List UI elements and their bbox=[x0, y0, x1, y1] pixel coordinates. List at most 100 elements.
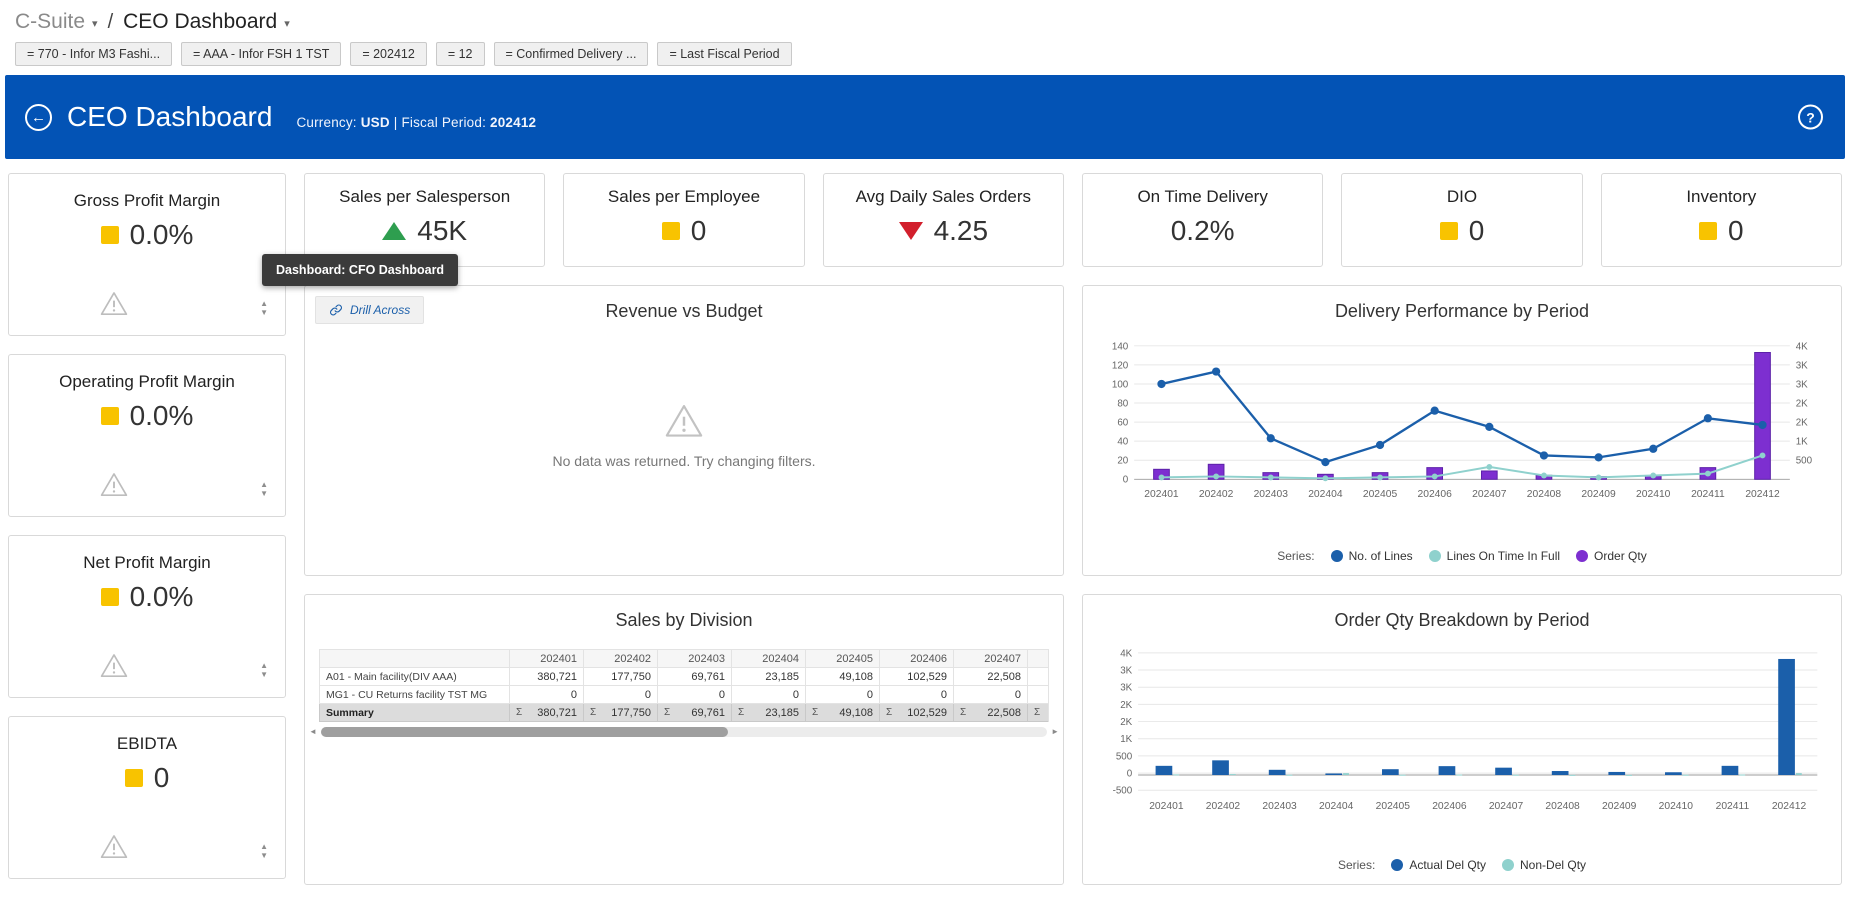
kpi-card-dio[interactable]: DIO0 bbox=[1341, 173, 1582, 267]
column-header-202408[interactable]: 202408 bbox=[1028, 650, 1050, 668]
column-header-202402[interactable]: 202402 bbox=[584, 650, 658, 668]
column-header-202404[interactable]: 202404 bbox=[732, 650, 806, 668]
table-horizontal-scrollbar[interactable]: ◄ ► bbox=[309, 725, 1059, 738]
non-del-qty-bar[interactable] bbox=[1513, 775, 1519, 776]
actual-del-qty-bar[interactable] bbox=[1269, 770, 1286, 775]
lines-on-time-in-full-point[interactable] bbox=[1486, 464, 1492, 470]
scroll-right-icon[interactable]: ► bbox=[1051, 728, 1059, 736]
spinner-down-icon[interactable]: ▼ bbox=[260, 671, 268, 679]
non-del-qty-bar[interactable] bbox=[1739, 775, 1745, 776]
non-del-qty-bar[interactable] bbox=[1796, 773, 1802, 775]
back-button[interactable]: ← bbox=[25, 104, 52, 131]
lines-on-time-in-full-point[interactable] bbox=[1760, 453, 1766, 459]
column-header-202403[interactable]: 202403 bbox=[658, 650, 732, 668]
filter-chip-770-infor-m3-fashi[interactable]: = 770 - Infor M3 Fashi... bbox=[15, 42, 172, 66]
non-del-qty-bar[interactable] bbox=[1400, 775, 1406, 776]
lines-on-time-in-full-point[interactable] bbox=[1268, 474, 1274, 480]
kpi-card-sales-per-employee[interactable]: Sales per Employee0 bbox=[563, 173, 804, 267]
order-qty-bar[interactable] bbox=[1755, 352, 1771, 479]
spinner-up-icon[interactable]: ▲ bbox=[260, 843, 268, 851]
kpi-card-on-time-delivery[interactable]: On Time Delivery0.2% bbox=[1082, 173, 1323, 267]
scroll-thumb[interactable] bbox=[321, 727, 728, 737]
table-row-mg1-cu-returns-facility-tst-mg[interactable]: MG1 - CU Returns facility TST MG0000000 bbox=[320, 686, 1050, 704]
actual-del-qty-bar[interactable] bbox=[1552, 771, 1569, 775]
no-of-lines-point[interactable] bbox=[1157, 380, 1165, 388]
no-of-lines-point[interactable] bbox=[1431, 407, 1439, 415]
non-del-qty-bar[interactable] bbox=[1569, 775, 1575, 776]
actual-del-qty-bar[interactable] bbox=[1156, 766, 1173, 775]
non-del-qty-bar[interactable] bbox=[1683, 775, 1689, 776]
non-del-qty-bar[interactable] bbox=[1230, 774, 1236, 775]
sort-spinner[interactable]: ▲▼ bbox=[260, 481, 268, 498]
lines-on-time-in-full-point[interactable] bbox=[1377, 474, 1383, 480]
non-del-qty-bar[interactable] bbox=[1343, 773, 1349, 775]
non-del-qty-bar[interactable] bbox=[1173, 774, 1179, 775]
legend-item-no-of-lines[interactable]: No. of Lines bbox=[1331, 549, 1413, 563]
no-of-lines-point[interactable] bbox=[1485, 423, 1493, 431]
column-header-202407[interactable]: 202407 bbox=[954, 650, 1028, 668]
spinner-up-icon[interactable]: ▲ bbox=[260, 481, 268, 489]
kpi-card-avg-daily-sales-orders[interactable]: Avg Daily Sales Orders4.25 bbox=[823, 173, 1064, 267]
spinner-down-icon[interactable]: ▼ bbox=[260, 309, 268, 317]
legend-item-lines-on-time-in-full[interactable]: Lines On Time In Full bbox=[1429, 549, 1560, 563]
actual-del-qty-bar[interactable] bbox=[1665, 772, 1682, 775]
kpi-card-sales-per-salesperson[interactable]: Sales per Salesperson45K bbox=[304, 173, 545, 267]
order-qty-bar[interactable] bbox=[1481, 471, 1497, 479]
lines-on-time-in-full-point[interactable] bbox=[1705, 471, 1711, 477]
lines-on-time-in-full-point[interactable] bbox=[1541, 473, 1547, 479]
filter-chip-202412[interactable]: = 202412 bbox=[350, 42, 426, 66]
lines-on-time-in-full-point[interactable] bbox=[1432, 474, 1438, 480]
kpi-card-inventory[interactable]: Inventory0 bbox=[1601, 173, 1842, 267]
actual-del-qty-bar[interactable] bbox=[1608, 772, 1625, 775]
no-of-lines-point[interactable] bbox=[1212, 367, 1220, 375]
kpi-card-ebidta[interactable]: EBIDTA0▲▼ bbox=[8, 716, 286, 879]
column-header-202405[interactable]: 202405 bbox=[806, 650, 880, 668]
no-of-lines-point[interactable] bbox=[1704, 414, 1712, 422]
filter-chip-aaa-infor-fsh-1-tst[interactable]: = AAA - Infor FSH 1 TST bbox=[181, 42, 341, 66]
no-of-lines-point[interactable] bbox=[1649, 445, 1657, 453]
filter-chip-12[interactable]: = 12 bbox=[436, 42, 485, 66]
scroll-track[interactable] bbox=[321, 727, 1047, 737]
spinner-down-icon[interactable]: ▼ bbox=[260, 490, 268, 498]
actual-del-qty-bar[interactable] bbox=[1778, 659, 1795, 775]
filter-chip-last-fiscal-period[interactable]: = Last Fiscal Period bbox=[657, 42, 791, 66]
sort-spinner[interactable]: ▲▼ bbox=[260, 300, 268, 317]
actual-del-qty-bar[interactable] bbox=[1439, 766, 1456, 775]
legend-item-order-qty[interactable]: Order Qty bbox=[1576, 549, 1647, 563]
non-del-qty-bar[interactable] bbox=[1456, 775, 1462, 776]
filter-chip-confirmed-delivery[interactable]: = Confirmed Delivery ... bbox=[494, 42, 649, 66]
sort-spinner[interactable]: ▲▼ bbox=[260, 843, 268, 860]
sort-spinner[interactable]: ▲▼ bbox=[260, 662, 268, 679]
legend-item-non-del-qty[interactable]: Non-Del Qty bbox=[1502, 858, 1586, 872]
lines-on-time-in-full-point[interactable] bbox=[1596, 474, 1602, 480]
no-of-lines-point[interactable] bbox=[1376, 441, 1384, 449]
help-button[interactable]: ? bbox=[1798, 105, 1823, 130]
lines-on-time-in-full-point[interactable] bbox=[1213, 474, 1219, 480]
column-header-202401[interactable]: 202401 bbox=[510, 650, 584, 668]
non-del-qty-bar[interactable] bbox=[1286, 775, 1292, 776]
no-of-lines-point[interactable] bbox=[1540, 451, 1548, 459]
actual-del-qty-bar[interactable] bbox=[1212, 760, 1229, 775]
kpi-card-net-profit-margin[interactable]: Net Profit Margin0.0%▲▼ bbox=[8, 535, 286, 698]
lines-on-time-in-full-point[interactable] bbox=[1322, 475, 1328, 481]
no-of-lines-point[interactable] bbox=[1267, 434, 1275, 442]
scroll-left-icon[interactable]: ◄ bbox=[309, 728, 317, 736]
no-of-lines-point[interactable] bbox=[1758, 421, 1766, 429]
actual-del-qty-bar[interactable] bbox=[1495, 768, 1512, 775]
spinner-up-icon[interactable]: ▲ bbox=[260, 300, 268, 308]
table-row-a01-main-facility-div-aaa[interactable]: A01 - Main facility(DIV AAA)380,721177,7… bbox=[320, 668, 1050, 686]
breadcrumb-root[interactable]: C-Suite ▾ bbox=[15, 10, 98, 34]
spinner-down-icon[interactable]: ▼ bbox=[260, 852, 268, 860]
lines-on-time-in-full-point[interactable] bbox=[1159, 474, 1165, 480]
non-del-qty-bar[interactable] bbox=[1626, 775, 1632, 776]
actual-del-qty-bar[interactable] bbox=[1382, 769, 1399, 775]
drill-across-button[interactable]: Drill Across bbox=[315, 296, 424, 324]
no-of-lines-point[interactable] bbox=[1594, 453, 1602, 461]
breadcrumb-current[interactable]: CEO Dashboard ▾ bbox=[123, 10, 290, 34]
actual-del-qty-bar[interactable] bbox=[1722, 766, 1739, 775]
lines-on-time-in-full-point[interactable] bbox=[1650, 473, 1656, 479]
kpi-card-operating-profit-margin[interactable]: Operating Profit Margin0.0%▲▼ bbox=[8, 354, 286, 517]
actual-del-qty-bar[interactable] bbox=[1325, 773, 1342, 775]
legend-item-actual-del-qty[interactable]: Actual Del Qty bbox=[1391, 858, 1486, 872]
kpi-card-gross-profit-margin[interactable]: Gross Profit Margin0.0%▲▼ bbox=[8, 173, 286, 336]
